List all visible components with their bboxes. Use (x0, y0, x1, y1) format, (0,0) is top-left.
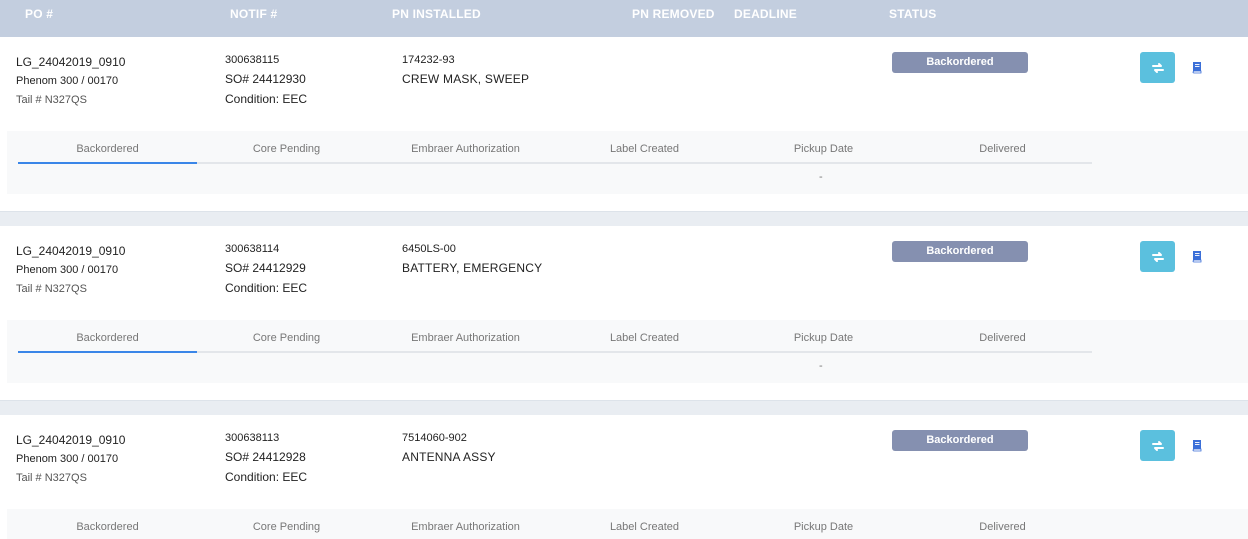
status-badge: Backordered (892, 52, 1028, 73)
status-badge: Backordered (892, 241, 1028, 262)
po-number: LG_24042019_0910 (16, 55, 126, 69)
step-pickup-date: Pickup Date (793, 143, 854, 155)
aircraft-model: Phenom 300 / 00170 (16, 75, 119, 87)
exchange-icon (1151, 62, 1164, 73)
row-divider (0, 400, 1248, 415)
part-description: CREW MASK, SWEEP (402, 72, 530, 86)
tail-number: Tail # N327QS (16, 283, 87, 295)
step-delivered: Delivered (979, 521, 1026, 533)
column-header-po[interactable]: PO # (25, 7, 53, 21)
step-pickup-date: Pickup Date (793, 332, 854, 344)
notif-number: 300638113 (225, 432, 280, 444)
book-icon[interactable] (1190, 60, 1204, 74)
step-backordered: Backordered (76, 332, 139, 344)
pickup-date-value: - (819, 171, 823, 183)
table-row: LG_24042019_0910 Phenom 300 / 00170 Tail… (0, 226, 1248, 400)
step-delivered: Delivered (979, 143, 1026, 155)
book-icon[interactable] (1190, 438, 1204, 452)
step-core-pending: Core Pending (252, 143, 321, 155)
condition: Condition: EEC (225, 470, 308, 484)
book-icon[interactable] (1190, 249, 1204, 263)
table-row: LG_24042019_0910 Phenom 300 / 00170 Tail… (0, 415, 1248, 539)
notif-number: 300638115 (225, 54, 280, 66)
status-tracker: Backordered Core Pending Embraer Authori… (7, 509, 1248, 539)
step-embraer-authorization: Embraer Authorization (411, 332, 520, 344)
part-description: BATTERY, EMERGENCY (402, 261, 543, 275)
progress-active (18, 351, 197, 353)
pickup-date-value: - (819, 360, 823, 372)
tail-number: Tail # N327QS (16, 94, 87, 106)
condition: Condition: EEC (225, 281, 308, 295)
step-backordered: Backordered (76, 521, 139, 533)
step-core-pending: Core Pending (252, 332, 321, 344)
exchange-icon (1151, 440, 1164, 451)
status-tracker: Backordered Core Pending Embraer Authori… (7, 320, 1248, 383)
step-embraer-authorization: Embraer Authorization (411, 143, 520, 155)
exchange-button[interactable] (1140, 52, 1175, 83)
tail-number: Tail # N327QS (16, 472, 87, 484)
so-number: SO# 24412928 (225, 450, 306, 464)
part-number-installed: 6450LS-00 (402, 243, 456, 255)
progress-active (18, 162, 197, 164)
so-number: SO# 24412929 (225, 261, 306, 275)
step-label-created: Label Created (609, 143, 680, 155)
step-core-pending: Core Pending (252, 521, 321, 533)
step-backordered: Backordered (76, 143, 139, 155)
column-header-status[interactable]: STATUS (889, 7, 936, 21)
exchange-icon (1151, 251, 1164, 262)
notif-number: 300638114 (225, 243, 280, 255)
column-header-pn-removed[interactable]: PN REMOVED (632, 7, 715, 21)
status-badge: Backordered (892, 430, 1028, 451)
exchange-button[interactable] (1140, 430, 1175, 461)
column-header-pn-installed[interactable]: PN INSTALLED (392, 7, 481, 21)
part-number-installed: 174232-93 (402, 54, 455, 66)
step-pickup-date: Pickup Date (793, 521, 854, 533)
part-number-installed: 7514060-902 (402, 432, 467, 444)
po-number: LG_24042019_0910 (16, 244, 126, 258)
row-divider (0, 211, 1248, 226)
aircraft-model: Phenom 300 / 00170 (16, 264, 119, 276)
condition: Condition: EEC (225, 92, 308, 106)
aircraft-model: Phenom 300 / 00170 (16, 453, 119, 465)
step-delivered: Delivered (979, 332, 1026, 344)
column-header-deadline[interactable]: DEADLINE (734, 7, 797, 21)
step-label-created: Label Created (609, 521, 680, 533)
step-label-created: Label Created (609, 332, 680, 344)
exchange-button[interactable] (1140, 241, 1175, 272)
column-header-notif[interactable]: NOTIF # (230, 7, 277, 21)
po-number: LG_24042019_0910 (16, 433, 126, 447)
so-number: SO# 24412930 (225, 72, 306, 86)
table-header: PO # NOTIF # PN INSTALLED PN REMOVED DEA… (0, 0, 1248, 37)
table-row: LG_24042019_0910 Phenom 300 / 00170 Tail… (0, 37, 1248, 211)
part-description: ANTENNA ASSY (402, 450, 496, 464)
status-tracker: Backordered Core Pending Embraer Authori… (7, 131, 1248, 194)
step-embraer-authorization: Embraer Authorization (411, 521, 520, 533)
